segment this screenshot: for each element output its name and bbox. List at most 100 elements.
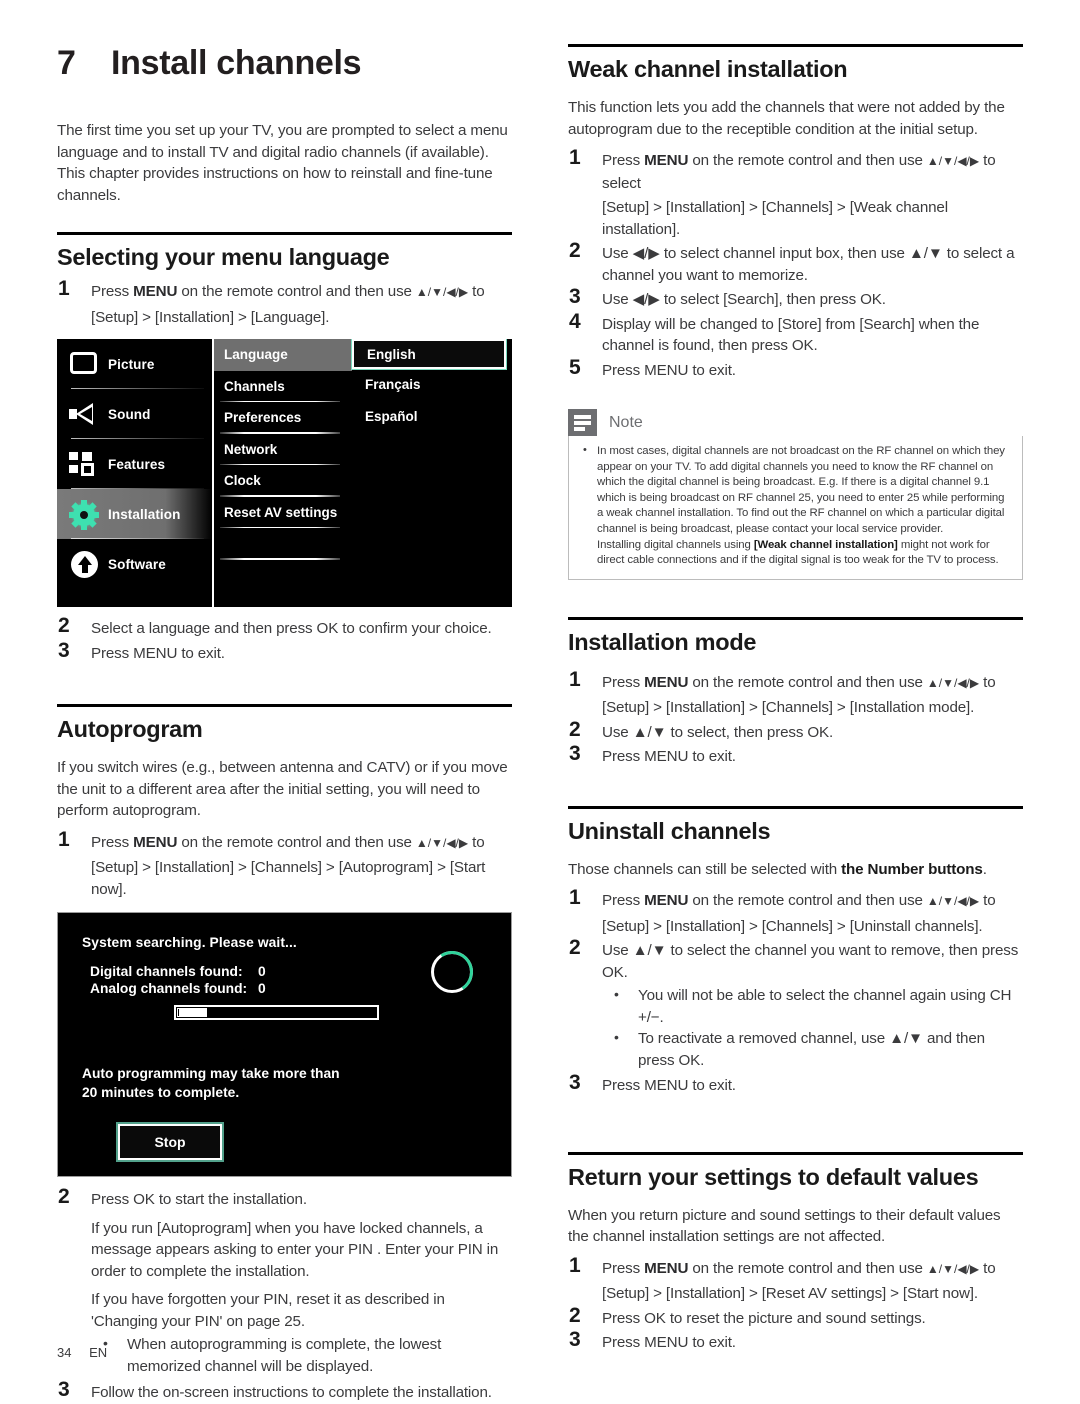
osd-search-title: System searching. Please wait... [82, 935, 297, 950]
step-item: 3 Use ◀/▶ to select [Search], then press… [568, 285, 1023, 311]
osd-option-english[interactable]: English [352, 339, 506, 369]
steps-uninstall: 1 Press MENU on the remote control and t… [568, 887, 1023, 1097]
osd-sidebar-label: Features [108, 456, 166, 472]
step-path: [Setup] > [Installation] > [Channels] > … [602, 699, 975, 717]
osd-sidebar-item-picture[interactable]: Picture [57, 339, 212, 389]
chapter-title: Install channels [111, 44, 362, 82]
step-item: 3 Press MENU to exit. [57, 639, 512, 665]
note-text-part2: Installing digital channels using [Weak … [597, 538, 1010, 569]
page-number: 34 [57, 1345, 72, 1360]
step-path: [Setup] > [Installation] > [Channels] > … [91, 859, 486, 898]
step-note-2: If you have forgotten your PIN, reset it… [91, 1291, 445, 1330]
osd-digital-value: 0 [258, 964, 266, 979]
section-rule [568, 805, 1023, 809]
osd-submenu-item-network[interactable]: Network [214, 434, 352, 465]
step-item: 2 Select a language and then press OK to… [57, 614, 512, 640]
steps-autoprogram: 1 Press MENU on the remote control and t… [57, 828, 512, 901]
step-number: 2 [569, 1303, 581, 1327]
osd-option-francais[interactable]: Français [352, 369, 512, 401]
bullet-item: To reactivate a removed channel, use ▲/▼… [602, 1027, 1023, 1071]
blocks-icon [65, 447, 103, 481]
osd-submenu-item-language[interactable]: Language [214, 339, 352, 371]
osd-submenu: Language Channels Preferences Network Cl… [212, 339, 352, 607]
osd-sidebar: Picture Sound Features Installation Soft… [57, 339, 212, 607]
osd-message-line1: Auto programming may take more than [82, 1066, 340, 1081]
osd-sidebar-item-software[interactable]: Software [57, 539, 212, 589]
osd-search-stats: Digital channels found: 0 Analog channel… [82, 964, 487, 996]
chapter-number: 7 [57, 44, 76, 82]
page-footer: 34 EN [57, 1345, 107, 1360]
step-item: 3 Press MENU to exit. [568, 1329, 1023, 1354]
note-part2-bold: [Weak channel installation] [753, 538, 898, 551]
step-number: 2 [569, 239, 581, 262]
autoprogram-intro: If you switch wires (e.g., between anten… [57, 759, 508, 819]
osd-submenu-label: Channels [224, 378, 285, 394]
step-number: 3 [58, 1378, 70, 1401]
uninstall-intro-bold: the Number buttons [841, 860, 983, 878]
osd-options: English Français Español [352, 339, 512, 607]
left-column: 7 Install channels The first time you se… [57, 0, 512, 1404]
osd-submenu-item-channels[interactable]: Channels [214, 371, 352, 402]
steps-weak-channel: 1 Press MENU on the remote control and t… [568, 146, 1023, 381]
step-item: 2 Use ▲/▼ to select, then press OK. [568, 719, 1023, 744]
steps-autoprogram-cont: 2 Press OK to start the installation. If… [57, 1185, 512, 1404]
tv-osd-autoprogram: System searching. Please wait... Digital… [57, 912, 512, 1177]
section-rule [568, 44, 1023, 47]
step-item: 2 Press OK to reset the picture and soun… [568, 1303, 1023, 1330]
step-path: [Setup] > [Installation] > [Channels] > … [602, 917, 983, 935]
bullet-item: You will not be able to select the chann… [602, 984, 1023, 1028]
step-number: 1 [569, 146, 581, 169]
osd-option-label: Español [365, 408, 418, 424]
loading-spinner-icon [426, 946, 477, 997]
osd-submenu-item-clock[interactable]: Clock [214, 465, 352, 497]
progress-bar [174, 1005, 379, 1020]
osd-submenu-item-preferences[interactable]: Preferences [214, 402, 352, 434]
step-item: 1 Press MENU on the remote control and t… [568, 1253, 1023, 1305]
osd-submenu-label: Clock [224, 473, 261, 489]
step-text: Follow the on-screen instructions to com… [91, 1384, 492, 1401]
note-text-part1: In most cases, digital channels are not … [597, 445, 1005, 535]
osd-sidebar-label: Installation [108, 506, 181, 522]
weak-channel-intro: This function lets you add the channels … [568, 99, 1005, 138]
step-text: Use ◀/▶ to select channel input box, the… [602, 245, 1015, 284]
step-number: 3 [569, 285, 581, 308]
picture-icon [65, 347, 103, 381]
language-code: EN [89, 1345, 108, 1360]
section-heading-weak-channel: Weak channel installation [568, 56, 848, 82]
osd-analog-value: 0 [258, 981, 266, 996]
note-title: Note [609, 413, 643, 431]
step-number: 2 [58, 614, 70, 637]
step-item: 1 Press MENU on the remote control and t… [57, 828, 512, 901]
osd-analog-label: Analog channels found: [90, 981, 248, 996]
step-item: 1 Press MENU on the remote control and t… [568, 146, 1023, 240]
osd-sidebar-item-installation[interactable]: Installation [57, 489, 212, 539]
note-content: In most cases, digital channels are not … [568, 436, 1023, 580]
upload-circle-icon [65, 547, 103, 581]
osd-sidebar-item-features[interactable]: Features [57, 439, 212, 489]
osd-option-espanol[interactable]: Español [352, 401, 512, 433]
step-path: [Setup] > [Installation] > [Reset AV set… [602, 1285, 978, 1303]
step-text: Use ▲/▼ to select, then press OK. [602, 723, 834, 741]
osd-digital-label: Digital channels found: [90, 964, 243, 979]
step-note-1: If you run [Autoprogram] when you have l… [91, 1219, 499, 1280]
note-box: Note In most cases, digital channels are… [568, 409, 1023, 580]
step-item: 3 Follow the on-screen instructions to c… [57, 1378, 512, 1404]
step-number: 1 [58, 277, 70, 300]
step-text: Press MENU to exit. [602, 1334, 736, 1352]
osd-sidebar-item-sound[interactable]: Sound [57, 389, 212, 439]
osd-submenu-item-reset-av-settings[interactable]: Reset AV settings [214, 497, 352, 528]
step-bullets: When autoprogramming is complete, the lo… [91, 1333, 512, 1377]
section-heading-installation-mode: Installation mode [568, 628, 757, 655]
step-number: 2 [58, 1185, 70, 1208]
step-number: 1 [569, 1253, 581, 1277]
step-item: 4 Display will be changed to [Store] fro… [568, 310, 1023, 357]
step-number: 3 [569, 742, 581, 766]
step-number: 1 [569, 667, 581, 691]
step-item: 2 Use ◀/▶ to select channel input box, t… [568, 239, 1023, 286]
osd-sidebar-label: Sound [108, 406, 151, 422]
section-rule [57, 232, 512, 235]
section-heading-uninstall-channels: Uninstall channels [568, 817, 771, 844]
osd-submenu-label: Reset AV settings [224, 504, 338, 520]
step-number: 2 [569, 936, 581, 960]
stop-button[interactable]: Stop [118, 1124, 222, 1160]
